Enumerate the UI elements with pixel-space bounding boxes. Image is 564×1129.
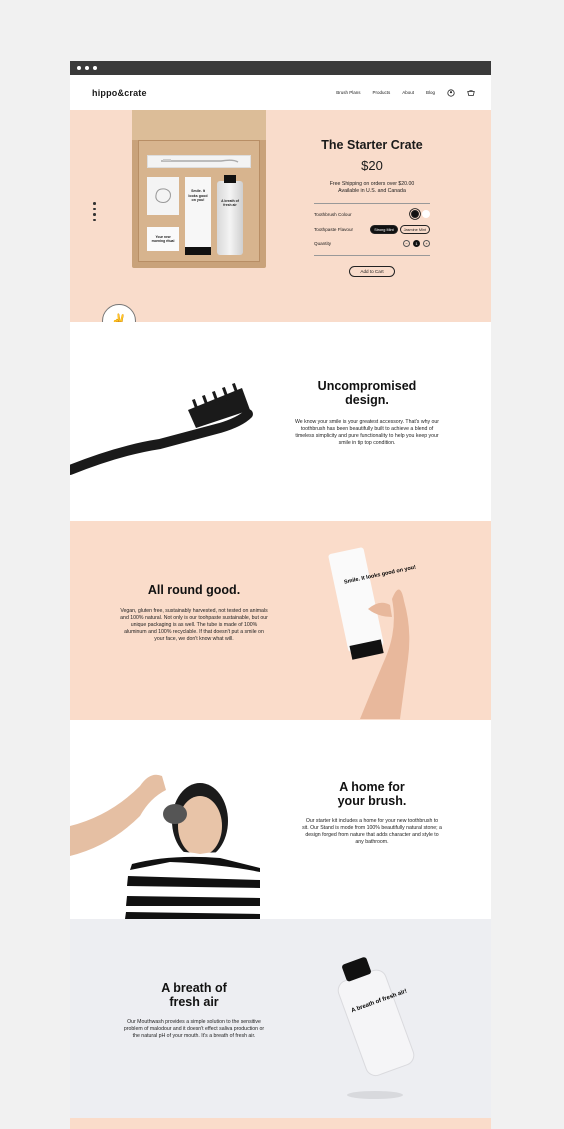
fresh-air-text-block: A breath of fresh air Our Mouthwash provi… [120,981,268,1040]
colour-swatch-black[interactable] [411,210,419,218]
divider [314,255,430,256]
all-round-heading: All round good. [147,583,241,597]
shipping-line-2: Available in U.S. and Canada [338,188,406,194]
hand-holding-toothpaste-image: Smile. It looks good on you! [328,547,417,719]
quantity-row: Quantity −1 + [314,240,430,247]
window-dot[interactable] [93,66,97,70]
nav-links: Brush Plans Products About Blog [336,88,475,97]
flavour-option-jasmine-mint[interactable]: Jasmine Mint [399,225,430,234]
colour-option-row: Toothbrush Colour [314,210,430,219]
box-card-smile-label: Smile. It looks good on you! [188,189,208,202]
design-text-block: Uncompromised design. We know your smile … [292,379,442,447]
top-nav: hippo&crate Brush Plans Products About B… [70,75,491,110]
design-section: Uncompromised design. We know your smile … [70,322,491,521]
all-round-body: Vegan, gluten free, sustainably harveste… [120,608,268,642]
product-title: The Starter Crate [321,138,423,152]
nav-link-brush-plans[interactable]: Brush Plans [336,90,360,95]
girl-with-stone-image [70,774,260,919]
nav-link-blog[interactable]: Blog [426,90,435,95]
browser-window: hippo&crate Brush Plans Products About B… [70,61,491,1129]
next-section-preview [70,1118,491,1129]
flavour-label: Toothpaste Flavour [314,227,354,232]
design-heading: Uncompromised design. [317,379,417,407]
all-round-good-section: All round good. Vegan, gluten free, sust… [70,521,491,720]
product-price: $20 [361,158,383,173]
mouthwash-bottle-image: A breath of fresh air! [337,957,415,1099]
home-heading: A home for your brush. [337,780,407,808]
cart-icon[interactable] [467,89,475,97]
colour-swatch-white[interactable] [422,210,430,218]
starter-crate-box-image: Smile. It looks good on you! A breath of… [132,110,266,268]
design-body: We know your smile is your greatest acce… [295,419,439,446]
window-dot[interactable] [77,66,81,70]
fresh-air-section: A breath of fresh air Our Mouthwash provi… [70,919,491,1118]
account-icon[interactable] [447,88,455,97]
quantity-label: Quantity [314,241,332,246]
box-card-ritual-label: Your new morning ritual [151,235,175,244]
brand-logo[interactable]: hippo&crate [92,88,147,98]
home-for-brush-section: A home for your brush. Our starter kit in… [70,720,491,919]
nav-link-about[interactable]: About [402,90,414,95]
shipping-line-1: Free Shipping on orders over $20.00 [329,181,415,187]
toothbrush-image [70,382,253,475]
flavour-option-row: Toothpaste Flavour Strong Mint Jasmine Mi… [314,225,430,234]
hero-section: Smile. It looks good on you! A breath of… [70,110,491,322]
quantity-increase-button[interactable]: + [423,240,430,247]
add-to-cart-button[interactable]: Add to Cart [349,266,395,277]
nav-link-products[interactable]: Products [372,90,390,95]
window-titlebar [70,61,491,75]
shipping-info: Free Shipping on orders over $20.00 Avai… [314,181,430,195]
box-card-breath-label: A breath of fresh air [221,199,239,208]
quantity-value: 1 [413,240,420,247]
quantity-decrease-button[interactable]: − [403,240,410,247]
home-body: Our starter kit includes a home for your… [302,818,442,845]
divider [314,203,430,204]
colour-label: Toothbrush Colour [314,212,352,217]
quantity-stepper: −1 + [400,240,430,247]
product-info-panel: The Starter Crate $20 Free Shipping on o… [314,138,430,278]
fresh-air-heading: A breath of fresh air [161,981,227,1009]
window-dot[interactable] [85,66,89,70]
flavour-option-strong-mint[interactable]: Strong Mint [370,225,398,234]
slide-indicator[interactable] [93,202,96,221]
all-round-text-block: All round good. Vegan, gluten free, sust… [120,583,268,643]
home-text-block: A home for your brush. Our starter kit in… [302,780,442,846]
fresh-air-body: Our Mouthwash provides a simple solution… [123,1019,265,1039]
